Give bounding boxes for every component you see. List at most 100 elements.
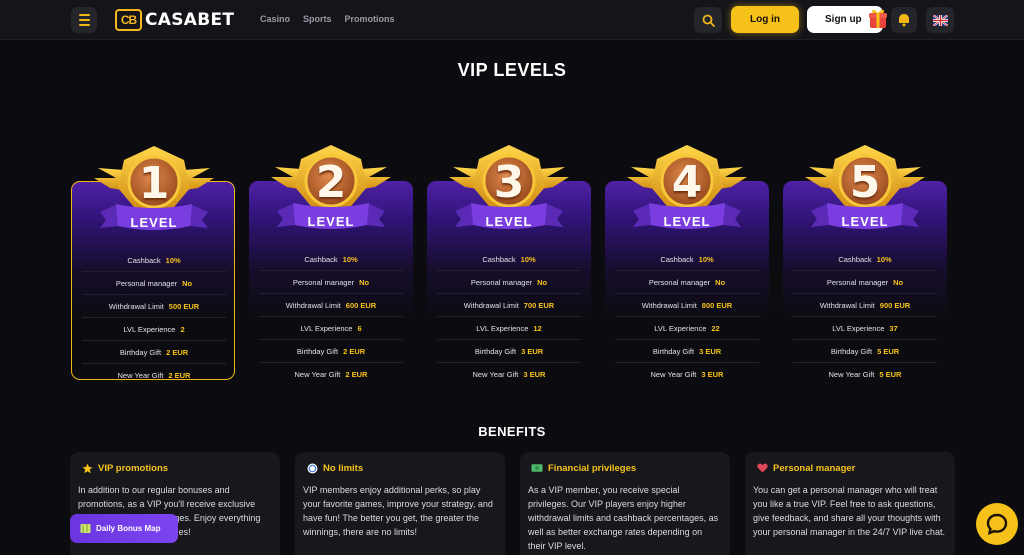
benefit-title: Personal manager: [773, 462, 856, 474]
perk-value: No: [182, 278, 193, 288]
perk-label: Cashback: [482, 254, 516, 264]
perk-value: No: [359, 277, 370, 287]
benefit-text: VIP members enjoy additional perks, so p…: [303, 485, 493, 537]
perk-row: Cashback 10%: [437, 248, 581, 271]
login-button[interactable]: Log in: [731, 6, 799, 33]
perk-label: Cashback: [304, 254, 338, 264]
vip-level-card-4[interactable]: 4 LEVEL Cashback 10% Personal manager No Wit…: [605, 145, 769, 380]
perk-label: Birthday Gift: [474, 346, 517, 356]
benefit-title: No limits: [323, 462, 364, 474]
no-limit-icon: [306, 462, 318, 474]
perk-value: 2 EUR: [343, 346, 366, 356]
perk-row: Birthday Gift 5 EUR: [793, 340, 937, 363]
live-chat-button[interactable]: [976, 503, 1018, 545]
logo-mark: CB: [115, 9, 142, 31]
perk-value: No: [537, 277, 548, 287]
level-badge: LEVEL: [307, 214, 355, 229]
perk-value: 3 EUR: [701, 370, 724, 379]
perk-label: LVL Experience: [300, 323, 353, 333]
perk-row: LVL Experience 12: [437, 317, 581, 340]
perk-label: Birthday Gift: [296, 346, 339, 356]
level-badge: LEVEL: [663, 214, 711, 229]
perk-label: LVL Experience: [654, 323, 707, 333]
nav-sports[interactable]: Sports: [303, 14, 332, 24]
star-icon: [81, 462, 93, 474]
level-perks: Cashback 10% Personal manager No Withdrawal …: [82, 249, 226, 387]
perk-row: Personal manager No: [615, 271, 759, 294]
perk-label: Personal manager: [648, 277, 711, 287]
perk-row: Personal manager No: [793, 271, 937, 294]
perk-row: New Year Gift 3 EUR: [437, 363, 581, 386]
perk-row: Withdrawal Limit 900 EUR: [793, 294, 937, 317]
perk-row: LVL Experience 22: [615, 317, 759, 340]
perk-value: 900 EUR: [879, 300, 911, 310]
level-perks: Cashback 10% Personal manager No Withdrawal …: [259, 248, 403, 386]
vip-level-card-5[interactable]: 5 LEVEL Cashback 10% Personal manager No Wit…: [783, 145, 947, 380]
perk-row: Personal manager No: [259, 271, 403, 294]
menu-icon: [78, 14, 90, 16]
vip-level-card-3[interactable]: 3 LEVEL Cashback 10% Personal manager No Wit…: [427, 145, 591, 380]
perk-row: New Year Gift 2 EUR: [82, 364, 226, 387]
perk-value: 6: [357, 323, 362, 333]
perk-row: Birthday Gift 2 EUR: [82, 341, 226, 364]
perk-label: Personal manager: [115, 278, 178, 288]
perk-row: LVL Experience 37: [793, 317, 937, 340]
perk-row: New Year Gift 5 EUR: [793, 363, 937, 386]
benefit-text: As a VIP member, you receive special pri…: [528, 485, 719, 551]
perk-value: 22: [711, 323, 720, 333]
perk-label: Withdrawal Limit: [108, 301, 164, 311]
perk-value: 3 EUR: [699, 346, 722, 356]
perk-value: 3 EUR: [521, 346, 544, 356]
level-number: 1: [138, 158, 170, 209]
vip-level-card-1[interactable]: 1 LEVEL Cashback 10% Personal manager No Wit…: [71, 146, 235, 380]
uk-flag-icon: [932, 14, 948, 26]
benefit-financial-privileges: Financial privileges As a VIP member, yo…: [520, 452, 730, 555]
heart-icon: [756, 462, 768, 474]
perk-row: New Year Gift 3 EUR: [615, 363, 759, 386]
perk-value: 2 EUR: [166, 347, 189, 357]
perk-label: Cashback: [838, 254, 872, 264]
search-button[interactable]: [694, 7, 722, 33]
level-perks: Cashback 10% Personal manager No Withdrawal …: [793, 248, 937, 386]
perk-value: 500 EUR: [168, 301, 200, 311]
perk-label: Withdrawal Limit: [819, 300, 875, 310]
vip-level-card-2[interactable]: 2 LEVEL Cashback 10% Personal manager No Wit…: [249, 145, 413, 380]
perk-row: Cashback 10%: [793, 248, 937, 271]
money-icon: [531, 462, 543, 474]
perk-value: 10%: [165, 255, 181, 265]
gift-icon[interactable]: [868, 7, 888, 29]
perk-row: Withdrawal Limit 700 EUR: [437, 294, 581, 317]
main-nav: Casino Sports Promotions: [260, 14, 395, 24]
perk-value: 2 EUR: [345, 370, 368, 379]
perk-label: Birthday Gift: [830, 346, 873, 356]
perk-row: LVL Experience 2: [82, 318, 226, 341]
perk-value: 10%: [520, 254, 536, 264]
map-icon: [80, 524, 91, 533]
perk-row: Withdrawal Limit 500 EUR: [82, 295, 226, 318]
language-button[interactable]: [926, 7, 954, 33]
perk-row: Personal manager No: [82, 272, 226, 295]
perk-label: LVL Experience: [123, 324, 176, 334]
perk-value: 3 EUR: [523, 370, 546, 379]
perk-row: Birthday Gift 2 EUR: [259, 340, 403, 363]
level-number: 2: [315, 157, 347, 208]
benefits-title: BENEFITS: [478, 424, 546, 439]
perk-label: Personal manager: [292, 277, 355, 287]
nav-promotions[interactable]: Promotions: [345, 14, 395, 24]
menu-button[interactable]: [71, 7, 97, 33]
nav-casino[interactable]: Casino: [260, 14, 290, 24]
perk-value: 10%: [698, 254, 714, 264]
daily-bonus-map-button[interactable]: Daily Bonus Map: [70, 514, 178, 543]
perk-value: 700 EUR: [523, 300, 555, 310]
daily-bonus-map-label: Daily Bonus Map: [96, 524, 161, 533]
perk-row: Birthday Gift 3 EUR: [437, 340, 581, 363]
casabet-logo[interactable]: CB CASABET: [115, 9, 234, 31]
perk-label: Withdrawal Limit: [641, 300, 697, 310]
chat-notification-button[interactable]: [891, 7, 917, 33]
perk-value: 2: [180, 324, 185, 334]
perk-value: 10%: [342, 254, 358, 264]
level-badge: LEVEL: [841, 214, 889, 229]
level-perks: Cashback 10% Personal manager No Withdrawal …: [437, 248, 581, 386]
perk-label: Birthday Gift: [119, 347, 162, 357]
level-perks: Cashback 10% Personal manager No Withdrawal …: [615, 248, 759, 386]
